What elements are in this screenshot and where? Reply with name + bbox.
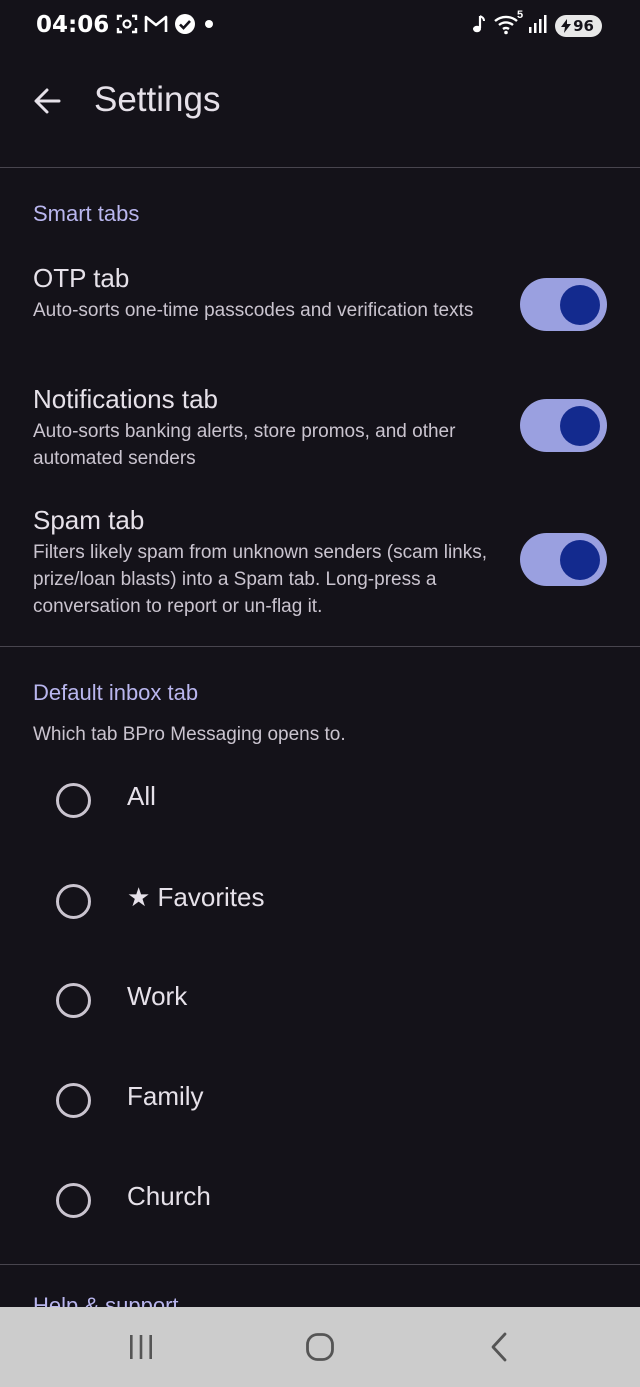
section-header-text: Help & support xyxy=(33,1295,333,1307)
battery-level: 96 xyxy=(573,17,594,35)
toggle-knob xyxy=(560,540,600,580)
back-arrow-icon xyxy=(34,88,61,114)
home-button[interactable] xyxy=(296,1325,344,1369)
dot-icon xyxy=(202,17,216,36)
radio-button[interactable] xyxy=(56,1183,91,1218)
section-header-default-inbox: Default inbox tab xyxy=(33,680,199,705)
radio-button[interactable] xyxy=(56,1083,91,1118)
status-right-icons: 5 96 xyxy=(471,9,602,40)
app-bar: Settings xyxy=(0,60,640,142)
status-time: 04:06 xyxy=(36,12,110,38)
radio-label: Church xyxy=(127,1181,211,1211)
setting-description: Auto-sorts banking alerts, store promos,… xyxy=(33,421,456,469)
status-left-icons xyxy=(116,13,216,40)
wifi-badge: 5 xyxy=(517,8,524,21)
battery-indicator: 96 xyxy=(555,15,602,37)
radio-option-church[interactable]: Church xyxy=(0,1165,640,1235)
signal-icon xyxy=(527,13,549,40)
default-inbox-description: Which tab BPro Messaging opens to. xyxy=(33,724,346,745)
section-header-help-support: Help & support xyxy=(33,1295,333,1307)
back-button[interactable] xyxy=(22,76,72,126)
back-chevron-icon xyxy=(491,1332,507,1362)
gmail-icon xyxy=(144,14,168,39)
divider xyxy=(0,646,640,647)
radio-option-work[interactable]: Work xyxy=(0,965,640,1035)
radio-button[interactable] xyxy=(56,783,91,818)
recent-apps-button[interactable] xyxy=(117,1325,165,1369)
setting-description: Auto-sorts one-time passcodes and verifi… xyxy=(33,300,474,321)
recent-apps-icon xyxy=(130,1335,152,1359)
check-circle-icon xyxy=(174,13,196,40)
charging-bolt-icon xyxy=(561,19,572,33)
home-icon xyxy=(306,1333,334,1361)
status-bar: 04:06 5 96 xyxy=(0,0,640,52)
setting-title: OTP tab xyxy=(33,263,130,293)
system-nav-bar xyxy=(0,1307,640,1387)
spam-tab-toggle[interactable] xyxy=(520,533,607,586)
setting-title: Notifications tab xyxy=(33,384,218,414)
radio-option-family[interactable]: Family xyxy=(0,1065,640,1135)
radio-button[interactable] xyxy=(56,884,91,919)
radio-label: Family xyxy=(127,1081,204,1111)
screenshot-icon xyxy=(116,13,138,40)
wifi-icon: 5 xyxy=(493,9,523,40)
setting-description: Filters likely spam from unknown senders… xyxy=(33,542,488,617)
radio-label: ★ Favorites xyxy=(127,882,265,912)
toggle-knob xyxy=(560,406,600,446)
page-title: Settings xyxy=(94,80,221,119)
divider xyxy=(0,1264,640,1265)
toggle-knob xyxy=(560,285,600,325)
radio-option-favorites[interactable]: ★ Favorites xyxy=(0,866,640,936)
music-note-icon xyxy=(471,14,487,39)
divider xyxy=(0,167,640,168)
otp-tab-toggle[interactable] xyxy=(520,278,607,331)
notifications-tab-toggle[interactable] xyxy=(520,399,607,452)
section-header-smart-tabs: Smart tabs xyxy=(33,201,140,226)
radio-label: Work xyxy=(127,981,188,1011)
setting-title: Spam tab xyxy=(33,505,145,535)
back-nav-button[interactable] xyxy=(476,1325,524,1369)
radio-option-all[interactable]: All xyxy=(0,765,640,835)
radio-button[interactable] xyxy=(56,983,91,1018)
radio-label: All xyxy=(127,781,156,811)
